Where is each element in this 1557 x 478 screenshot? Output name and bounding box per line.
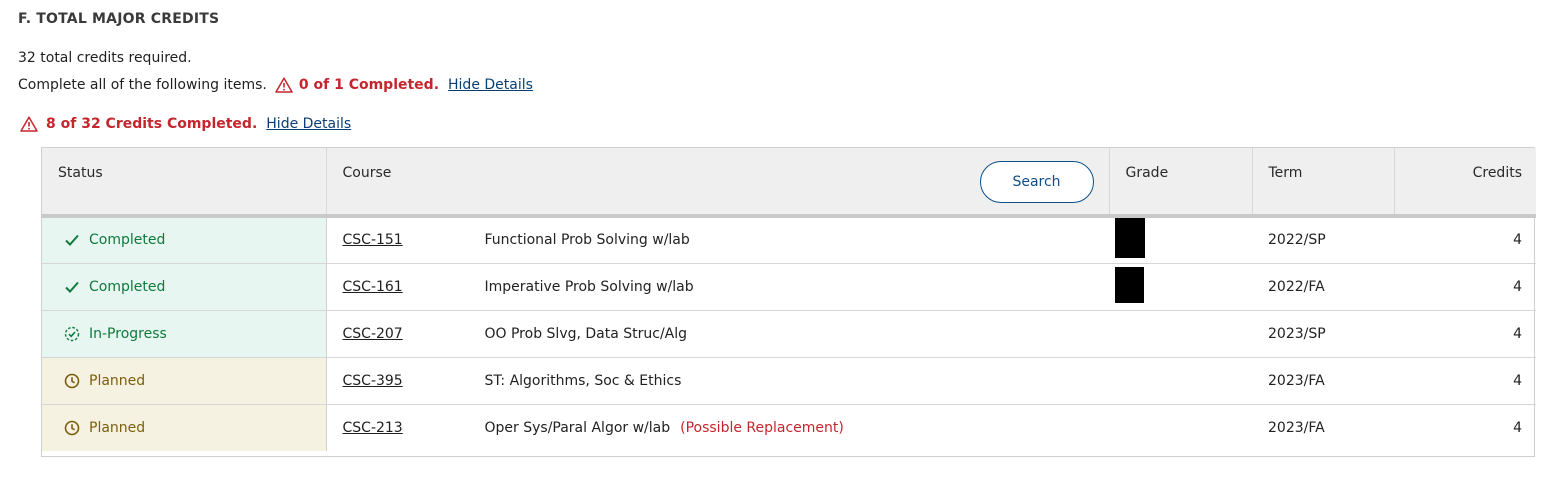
- required-credits-text: 32 total credits required.: [18, 50, 192, 66]
- course-title: Functional Prob Solving w/lab: [484, 232, 690, 249]
- credits-cell: 4: [1513, 419, 1522, 436]
- items-completed-status: 0 of 1 Completed.: [298, 77, 440, 93]
- warning-icon: [275, 77, 293, 93]
- term-cell: 2023/FA: [1268, 419, 1325, 436]
- complete-items-text: Complete all of the following items.: [18, 77, 267, 93]
- hide-details-link[interactable]: Hide Details: [448, 77, 533, 93]
- table-row: Planned CSC-213 Oper Sys/Paral Algor w/l…: [42, 404, 1536, 451]
- course-title: Imperative Prob Solving w/lab: [484, 278, 694, 295]
- grade-cell: [1109, 404, 1252, 451]
- grade-cell: [1109, 216, 1252, 264]
- credits-cell: 4: [1394, 357, 1536, 405]
- table-row: Completed CSC-151 Functional Prob Solvin…: [42, 216, 1536, 264]
- table-row: Completed CSC-161 Imperative Prob Solvin…: [42, 263, 1536, 311]
- course-cell: CSC-151 Functional Prob Solving w/lab: [326, 216, 1109, 264]
- status-cell: Planned: [42, 357, 327, 405]
- clock-icon: [64, 420, 80, 436]
- checkmark-icon: [65, 235, 79, 247]
- courses-table: Status Course Search Grade Term Credits …: [41, 147, 1536, 457]
- clock-icon: [64, 373, 80, 388]
- credits-completed-status: 8 of 32 Credits Completed.: [46, 116, 258, 132]
- credits-cell: 4: [1394, 263, 1536, 311]
- credits-cell: 4: [1394, 310, 1536, 358]
- course-code-link[interactable]: CSC-151: [343, 232, 485, 248]
- course-code-link[interactable]: CSC-161: [343, 279, 485, 295]
- table-row: In-Progress CSC-207 OO Prob Slvg, Data S…: [42, 310, 1536, 358]
- status-column-header: Status: [42, 148, 327, 218]
- grade-cell: [1109, 310, 1252, 358]
- course-cell: CSC-213 Oper Sys/Paral Algor w/lab (Poss…: [326, 404, 1109, 451]
- status-cell: Completed: [42, 263, 327, 311]
- in-progress-icon: [64, 326, 80, 341]
- term-cell: 2022/FA: [1252, 263, 1394, 311]
- credits-cell: 4: [1394, 216, 1536, 264]
- credits-status-line: 8 of 32 Credits Completed. Hide Details: [20, 116, 351, 132]
- grade-cell: [1109, 357, 1252, 405]
- status-label: Completed: [89, 232, 166, 249]
- term-column-header: Term: [1252, 148, 1395, 218]
- status-label: Planned: [89, 419, 146, 436]
- term-cell: 2023/FA: [1252, 357, 1394, 405]
- course-title: ST: Algorithms, Soc & Ethics: [484, 372, 682, 389]
- status-label: Planned: [89, 372, 146, 389]
- grade-cell: [1109, 263, 1252, 311]
- warning-icon: [20, 116, 38, 132]
- redacted-grade: [1115, 218, 1145, 259]
- term-cell: 2022/SP: [1252, 216, 1394, 264]
- course-cell: CSC-207 OO Prob Slvg, Data Struc/Alg: [326, 310, 1109, 358]
- term-cell: 2023/SP: [1252, 310, 1394, 358]
- grade-column-header: Grade: [1109, 148, 1253, 218]
- status-cell: Completed: [42, 216, 327, 264]
- course-code-link[interactable]: CSC-395: [343, 373, 485, 389]
- course-cell: CSC-161 Imperative Prob Solving w/lab: [326, 263, 1109, 311]
- status-cell: Planned: [42, 404, 327, 451]
- section-title: F. TOTAL MAJOR CREDITS: [18, 11, 220, 27]
- course-code-link[interactable]: CSC-213: [343, 420, 485, 436]
- checkmark-icon: [65, 281, 79, 293]
- status-cell: In-Progress: [42, 310, 327, 358]
- course-column-header: Course Search: [326, 148, 1110, 218]
- course-code-link[interactable]: CSC-207: [343, 326, 485, 342]
- search-button[interactable]: Search: [979, 161, 1094, 203]
- course-title: OO Prob Slvg, Data Struc/Alg: [484, 325, 688, 342]
- table-header-row: Status Course Search Grade Term Credits: [42, 148, 1536, 218]
- replacement-note: (Possible Replacement): [680, 419, 844, 436]
- status-label: Completed: [89, 278, 166, 295]
- table-row: Planned CSC-395 ST: Algorithms, Soc & Et…: [42, 357, 1536, 405]
- course-title: Oper Sys/Paral Algor w/lab: [484, 419, 671, 436]
- status-label: In-Progress: [89, 325, 167, 342]
- course-cell: CSC-395 ST: Algorithms, Soc & Ethics: [326, 357, 1109, 405]
- course-header-label: Course: [342, 165, 392, 181]
- redacted-grade: [1115, 266, 1144, 303]
- items-status-line: Complete all of the following items. 0 o…: [18, 77, 533, 93]
- hide-details-link[interactable]: Hide Details: [266, 116, 351, 132]
- credits-column-header: Credits: [1394, 148, 1536, 218]
